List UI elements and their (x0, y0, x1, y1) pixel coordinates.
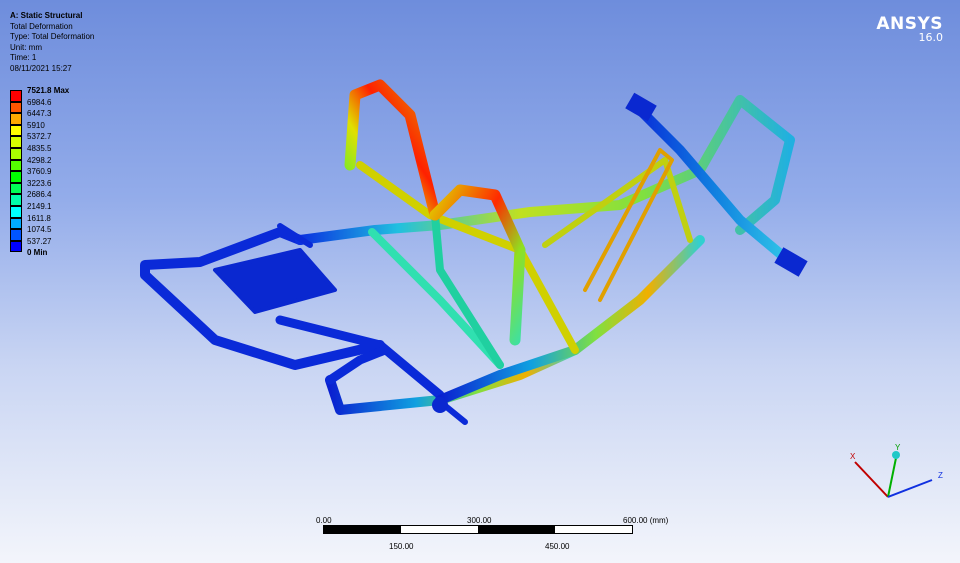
frame-tubes (140, 79, 808, 425)
z-axis-icon (887, 479, 933, 498)
y-axis-label: Y (895, 443, 901, 452)
x-axis-icon (854, 461, 889, 498)
scale-label-150: 150.00 (389, 542, 414, 551)
scale-label-0: 0.00 (316, 516, 332, 525)
axis-triad[interactable]: X Y Z (850, 443, 943, 498)
scale-label-600: 600.00 (mm) (623, 516, 669, 525)
scale-label-450: 450.00 (545, 542, 570, 551)
z-axis-label: Z (938, 471, 943, 480)
deformation-model-view[interactable]: X Y Z (0, 0, 960, 563)
x-axis-label: X (850, 452, 856, 461)
triad-origin-icon (892, 451, 900, 459)
scale-bar (323, 525, 633, 534)
y-axis-icon (887, 457, 897, 498)
scale-label-300: 300.00 (467, 516, 492, 525)
